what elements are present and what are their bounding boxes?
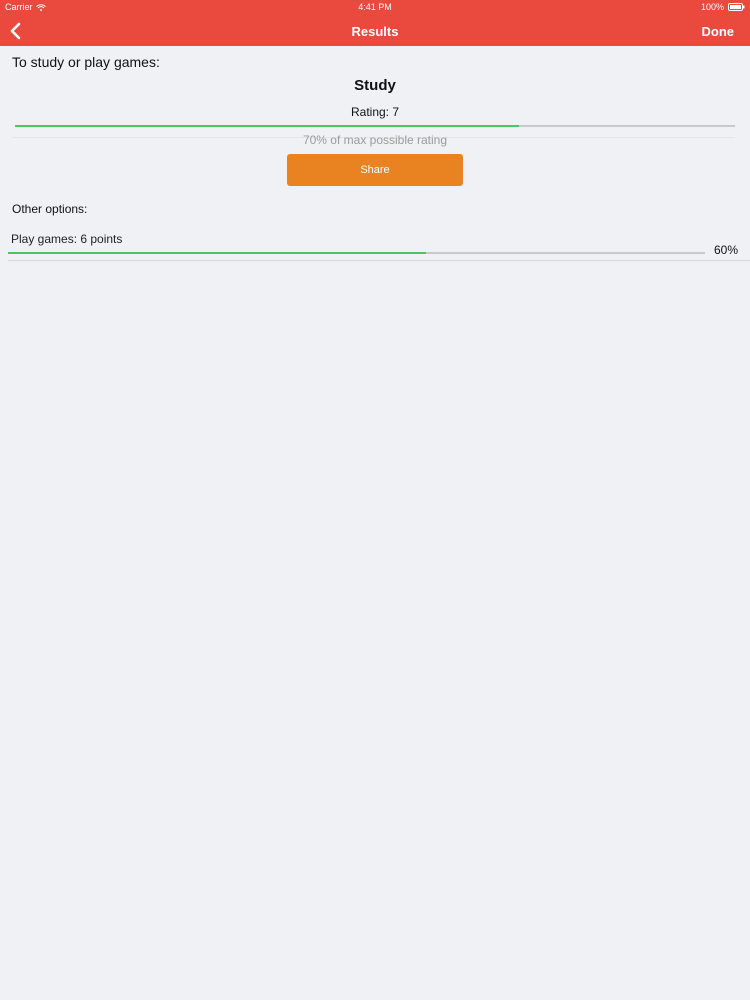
status-bar: Carrier 4:41 PM 100% bbox=[0, 0, 750, 16]
battery-icon bbox=[728, 3, 745, 11]
option-row-divider bbox=[8, 260, 750, 261]
done-button[interactable]: Done bbox=[702, 24, 735, 39]
battery-percent: 100% bbox=[700, 2, 724, 12]
page-title: Results bbox=[351, 24, 399, 39]
option-percent: 60% bbox=[713, 243, 738, 257]
winner-option-name: Study bbox=[354, 77, 396, 94]
status-time: 4:41 PM bbox=[358, 2, 392, 12]
winner-progress-fill bbox=[15, 125, 519, 127]
results-content: To study or play games: Study Rating: 7 … bbox=[0, 46, 750, 1000]
navigation-bar: Results Done bbox=[0, 16, 750, 46]
option-progress-fill bbox=[8, 252, 427, 254]
option-progress-bar bbox=[8, 252, 705, 254]
winner-rating: Rating: 7 bbox=[350, 105, 400, 119]
other-options-label: Other options: bbox=[12, 202, 88, 216]
top-bar: Carrier 4:41 PM 100% Results Done bbox=[0, 0, 750, 46]
winner-percent-caption: 70% of max possible rating bbox=[302, 133, 448, 147]
winner-progress-bar bbox=[15, 125, 735, 127]
option-label: Play games: 6 points bbox=[11, 232, 123, 246]
battery-group: 100% bbox=[701, 2, 745, 12]
question-label: To study or play games: bbox=[12, 54, 160, 70]
share-button[interactable]: Share bbox=[287, 154, 463, 186]
